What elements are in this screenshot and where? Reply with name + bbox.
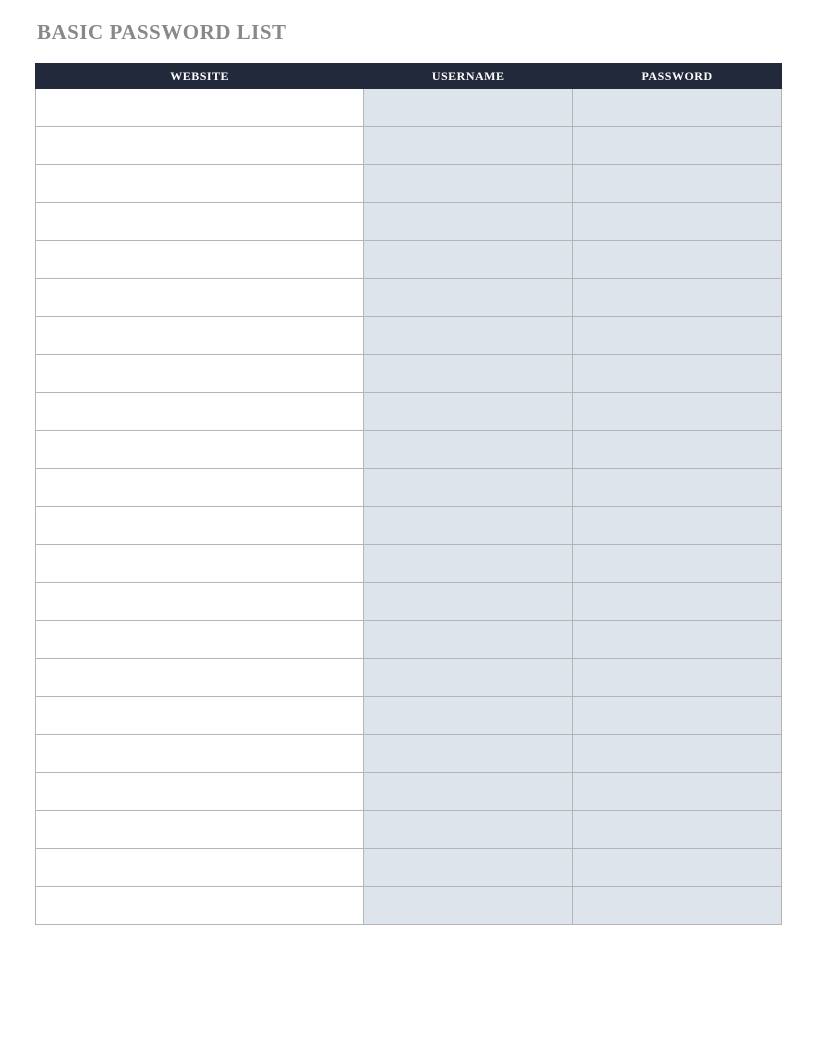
cell-website[interactable] (36, 241, 364, 279)
table-row (36, 697, 782, 735)
column-header-password: PASSWORD (573, 64, 782, 89)
table-header-row: WEBSITE USERNAME PASSWORD (36, 64, 782, 89)
cell-username[interactable] (364, 355, 573, 393)
cell-password[interactable] (573, 165, 782, 203)
cell-password[interactable] (573, 507, 782, 545)
cell-website[interactable] (36, 545, 364, 583)
table-row (36, 165, 782, 203)
cell-password[interactable] (573, 127, 782, 165)
cell-password[interactable] (573, 317, 782, 355)
cell-password[interactable] (573, 431, 782, 469)
cell-password[interactable] (573, 89, 782, 127)
cell-username[interactable] (364, 241, 573, 279)
cell-password[interactable] (573, 583, 782, 621)
cell-username[interactable] (364, 165, 573, 203)
cell-website[interactable] (36, 887, 364, 925)
cell-password[interactable] (573, 621, 782, 659)
cell-password[interactable] (573, 203, 782, 241)
table-row (36, 507, 782, 545)
cell-website[interactable] (36, 393, 364, 431)
cell-password[interactable] (573, 469, 782, 507)
cell-username[interactable] (364, 811, 573, 849)
column-header-website: WEBSITE (36, 64, 364, 89)
cell-website[interactable] (36, 89, 364, 127)
cell-username[interactable] (364, 203, 573, 241)
cell-password[interactable] (573, 811, 782, 849)
cell-username[interactable] (364, 317, 573, 355)
table-row (36, 127, 782, 165)
cell-username[interactable] (364, 659, 573, 697)
table-row (36, 887, 782, 925)
cell-username[interactable] (364, 735, 573, 773)
cell-username[interactable] (364, 89, 573, 127)
cell-password[interactable] (573, 659, 782, 697)
cell-website[interactable] (36, 659, 364, 697)
cell-password[interactable] (573, 355, 782, 393)
cell-website[interactable] (36, 697, 364, 735)
cell-username[interactable] (364, 507, 573, 545)
table-row (36, 545, 782, 583)
cell-username[interactable] (364, 583, 573, 621)
cell-password[interactable] (573, 241, 782, 279)
table-row (36, 89, 782, 127)
table-row (36, 355, 782, 393)
table-row (36, 621, 782, 659)
table-row (36, 583, 782, 621)
cell-username[interactable] (364, 849, 573, 887)
table-row (36, 469, 782, 507)
cell-website[interactable] (36, 127, 364, 165)
cell-username[interactable] (364, 773, 573, 811)
table-row (36, 317, 782, 355)
cell-website[interactable] (36, 621, 364, 659)
table-row (36, 241, 782, 279)
cell-password[interactable] (573, 279, 782, 317)
table-row (36, 849, 782, 887)
table-row (36, 735, 782, 773)
cell-website[interactable] (36, 735, 364, 773)
page-title: BASIC PASSWORD LIST (37, 20, 782, 45)
cell-website[interactable] (36, 165, 364, 203)
cell-website[interactable] (36, 583, 364, 621)
table-row (36, 203, 782, 241)
table-row (36, 431, 782, 469)
table-row (36, 811, 782, 849)
cell-website[interactable] (36, 203, 364, 241)
cell-website[interactable] (36, 849, 364, 887)
cell-username[interactable] (364, 127, 573, 165)
cell-password[interactable] (573, 545, 782, 583)
cell-username[interactable] (364, 621, 573, 659)
cell-website[interactable] (36, 317, 364, 355)
cell-password[interactable] (573, 393, 782, 431)
cell-website[interactable] (36, 773, 364, 811)
cell-password[interactable] (573, 735, 782, 773)
cell-website[interactable] (36, 355, 364, 393)
table-row (36, 773, 782, 811)
table-row (36, 393, 782, 431)
cell-website[interactable] (36, 811, 364, 849)
cell-password[interactable] (573, 697, 782, 735)
cell-username[interactable] (364, 469, 573, 507)
cell-username[interactable] (364, 545, 573, 583)
cell-username[interactable] (364, 279, 573, 317)
cell-password[interactable] (573, 849, 782, 887)
column-header-username: USERNAME (364, 64, 573, 89)
cell-password[interactable] (573, 773, 782, 811)
cell-website[interactable] (36, 431, 364, 469)
cell-website[interactable] (36, 507, 364, 545)
password-table: WEBSITE USERNAME PASSWORD (35, 63, 782, 925)
cell-password[interactable] (573, 887, 782, 925)
cell-username[interactable] (364, 393, 573, 431)
cell-website[interactable] (36, 469, 364, 507)
cell-username[interactable] (364, 697, 573, 735)
cell-username[interactable] (364, 431, 573, 469)
table-row (36, 659, 782, 697)
table-row (36, 279, 782, 317)
cell-website[interactable] (36, 279, 364, 317)
cell-username[interactable] (364, 887, 573, 925)
